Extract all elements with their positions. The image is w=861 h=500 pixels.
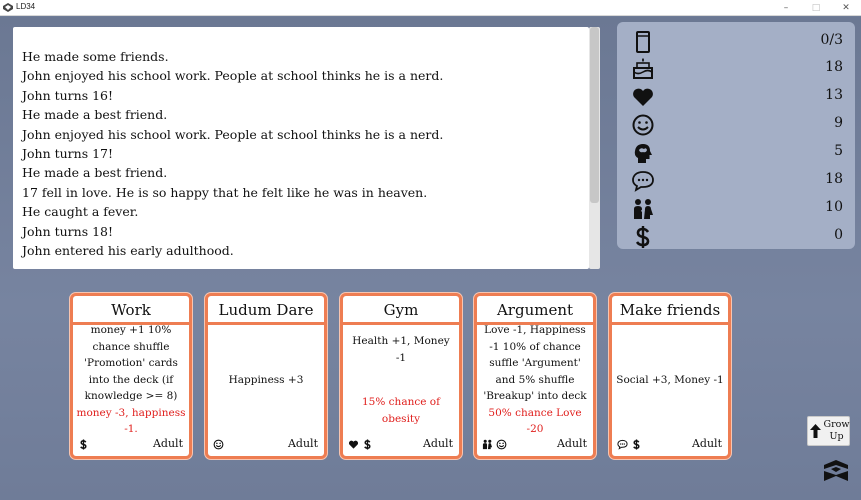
stat-value: 18 bbox=[825, 171, 843, 187]
card-footer: Adult bbox=[213, 437, 318, 453]
speech-bubble-icon bbox=[632, 171, 654, 192]
card-description: Health +1, Money -1 15% chance of obesit… bbox=[346, 328, 456, 432]
grow-up-label: Grow Up bbox=[823, 419, 850, 443]
stat-cards: 0/3 bbox=[631, 29, 843, 55]
arrow-up-icon bbox=[810, 424, 821, 438]
card-footer: Adult bbox=[482, 437, 587, 453]
log-line: He made a best friend. bbox=[22, 107, 168, 123]
dollar-icon bbox=[633, 439, 640, 450]
stat-money: 0 bbox=[631, 224, 843, 250]
card-age-label: Adult bbox=[152, 437, 183, 450]
card-warning-text: 50% chance Love -20 bbox=[488, 406, 582, 436]
story-log-lines: He made some friends. John enjoyed his sc… bbox=[22, 47, 581, 260]
log-line: John turns 16! bbox=[22, 87, 114, 103]
dollar-icon bbox=[364, 439, 371, 450]
unity-app-icon bbox=[3, 3, 13, 12]
card-footer: Adult bbox=[348, 437, 453, 453]
heart-icon bbox=[633, 88, 653, 106]
card-footer: Adult bbox=[78, 437, 183, 453]
log-line: John entered his early adulthood. bbox=[22, 243, 234, 259]
grow-up-button[interactable]: Grow Up bbox=[807, 416, 850, 446]
card-description: Happiness +3 bbox=[211, 328, 321, 432]
card-warning-text: 15% chance of obesity bbox=[362, 396, 440, 425]
stat-value: 13 bbox=[825, 87, 843, 103]
card-effect-text: Social +3, Money -1 bbox=[616, 373, 724, 386]
card-ludum-dare[interactable]: Ludum Dare Happiness +3 Adult bbox=[205, 293, 327, 459]
smiley-face-icon bbox=[496, 439, 507, 450]
scrollbar-thumb[interactable] bbox=[590, 27, 599, 203]
log-line: 17 fell in love. He is so happy that he … bbox=[22, 184, 428, 200]
minimize-button[interactable]: – bbox=[771, 0, 801, 16]
card-description: Social +3, Money -1 bbox=[615, 328, 725, 432]
card-title: Ludum Dare bbox=[208, 296, 324, 325]
card-title: Gym bbox=[343, 296, 459, 325]
card-age-label: Adult bbox=[422, 437, 453, 450]
card-description: money +1 10% chance shuffle 'Promotion' … bbox=[76, 324, 186, 435]
dollar-icon bbox=[80, 439, 87, 450]
close-button[interactable]: ✕ bbox=[831, 0, 861, 16]
stat-social: 18 bbox=[631, 168, 843, 194]
log-line: John turns 17! bbox=[22, 146, 114, 162]
log-line: He made some friends. bbox=[22, 49, 169, 64]
log-line: He made a best friend. bbox=[22, 165, 168, 181]
maximize-button[interactable]: □ bbox=[801, 0, 831, 16]
card-effect-text: money +1 10% chance shuffle 'Promotion' … bbox=[84, 324, 178, 403]
card-age-label: Adult bbox=[556, 437, 587, 450]
log-line: John enjoyed his school work. People at … bbox=[22, 68, 444, 84]
card-argument[interactable]: Argument Love -1, Happiness -1 10% of ch… bbox=[474, 293, 596, 459]
stat-age: 18 bbox=[631, 56, 843, 82]
couple-icon bbox=[634, 199, 653, 219]
card-warning-text: money -3, happiness -1. bbox=[76, 406, 186, 436]
card-effect-text: Health +1, Money -1 bbox=[352, 335, 450, 364]
stat-value: 0 bbox=[834, 227, 843, 243]
birthday-cake-icon bbox=[633, 58, 653, 79]
story-log-scrollbar[interactable] bbox=[589, 27, 600, 269]
grow-up-label-line1: Grow bbox=[823, 419, 850, 430]
story-log[interactable]: He made some friends. John enjoyed his sc… bbox=[13, 27, 589, 269]
card-footer: Adult bbox=[617, 437, 722, 453]
stat-value: 0/3 bbox=[820, 32, 843, 48]
card-deck-icon bbox=[636, 31, 650, 53]
stat-happiness: 9 bbox=[631, 112, 843, 138]
card-description: Love -1, Happiness -1 10% of chance suff… bbox=[480, 324, 590, 435]
stat-health: 13 bbox=[631, 84, 843, 110]
card-effect-text: Happiness +3 bbox=[228, 373, 304, 386]
grow-up-label-line2: Up bbox=[829, 431, 844, 442]
log-line: John turns 18! bbox=[22, 223, 114, 239]
smiley-face-icon bbox=[213, 439, 224, 450]
log-line: John enjoyed his school work. People at … bbox=[22, 126, 444, 142]
card-gym[interactable]: Gym Health +1, Money -1 15% chance of ob… bbox=[340, 293, 462, 459]
stat-value: 9 bbox=[834, 115, 843, 131]
stat-value: 18 bbox=[825, 59, 843, 75]
stat-knowledge: 5 bbox=[631, 140, 843, 166]
game-area: He made some friends. John enjoyed his sc… bbox=[0, 17, 861, 500]
card-work[interactable]: Work money +1 10% chance shuffle 'Promot… bbox=[70, 293, 192, 459]
card-age-label: Adult bbox=[691, 437, 722, 450]
stats-panel: 0/3 18 13 9 5 18 10 0 bbox=[617, 22, 855, 249]
stat-value: 5 bbox=[834, 143, 843, 159]
game-logo-icon bbox=[824, 460, 848, 481]
brain-head-icon bbox=[634, 144, 652, 163]
stat-love: 10 bbox=[631, 196, 843, 222]
stat-value: 10 bbox=[825, 199, 843, 215]
card-make-friends[interactable]: Make friends Social +3, Money -1 Adult bbox=[609, 293, 731, 459]
window-titlebar: LD34 – □ ✕ bbox=[0, 0, 861, 16]
card-title: Argument bbox=[477, 296, 593, 325]
speech-bubble-icon bbox=[617, 439, 628, 450]
card-title: Make friends bbox=[612, 296, 728, 325]
heart-icon bbox=[348, 440, 359, 449]
card-age-label: Adult bbox=[287, 437, 318, 450]
couple-icon bbox=[482, 439, 493, 450]
dollar-icon bbox=[635, 226, 650, 248]
card-effect-text: Love -1, Happiness -1 10% of chance suff… bbox=[483, 324, 587, 403]
smiley-face-icon bbox=[632, 114, 654, 136]
log-line: He caught a fever. bbox=[22, 204, 139, 220]
window-title: LD34 bbox=[16, 2, 36, 11]
card-title: Work bbox=[73, 296, 189, 325]
